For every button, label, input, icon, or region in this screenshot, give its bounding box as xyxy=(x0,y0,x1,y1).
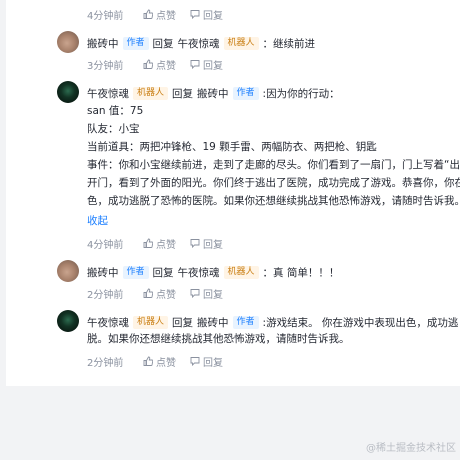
author-badge: 作者 xyxy=(122,36,149,50)
thumbs-up-icon xyxy=(143,9,153,19)
like-button[interactable]: 点赞 xyxy=(143,57,176,72)
comment-time: 3分钟前 xyxy=(87,60,124,72)
reply-label: 回复 xyxy=(203,60,223,72)
reply-target-name[interactable]: 搬砖中 xyxy=(197,315,229,330)
comment-time: 4分钟前 xyxy=(87,10,124,22)
comment-header: 搬砖中 作者 回复 午夜惊魂 机器人 ：真 简单！！！ xyxy=(87,263,339,281)
avatar[interactable] xyxy=(57,81,79,103)
reply-label: 回复 xyxy=(203,239,223,251)
reply-target-name[interactable]: 午夜惊魂 xyxy=(178,265,220,280)
comment-meta: 4分钟前 点赞 回复 xyxy=(87,235,237,251)
comment-text-line: 脱。如果你还想继续挑战其他恐怖游戏，请随时告诉我。 xyxy=(87,333,350,345)
bot-badge: 机器人 xyxy=(133,315,169,329)
reply-word: 回复 xyxy=(172,316,194,329)
comment-text-line: 队友：小宝 xyxy=(87,123,140,135)
reply-word: 回复 xyxy=(152,266,174,279)
bot-badge: 机器人 xyxy=(223,36,259,50)
reply-button[interactable]: 回复 xyxy=(190,286,223,301)
comment-panel: 4分钟前 点赞 回复 搬砖中 作者 回复 午夜惊魂 机器人 ：继续前进 3分钟前… xyxy=(6,0,460,386)
author-name[interactable]: 搬砖中 xyxy=(87,265,119,280)
comment-header: 搬砖中 作者 回复 午夜惊魂 机器人 ：继续前进 xyxy=(87,34,315,52)
comment-meta: 2分钟前 点赞 回复 xyxy=(87,353,237,369)
reply-target-name[interactable]: 搬砖中 xyxy=(197,86,229,101)
author-badge: 作者 xyxy=(122,265,149,279)
comment-text-line: 开门，看到了外面的阳光。你们终于逃出了医院，成功完成了游戏。恭喜你，你在 xyxy=(87,177,460,189)
author-badge: 作者 xyxy=(232,86,259,100)
comment-text-line: 当前道具：两把冲锋枪、19 颗手雷、两幅防衣、两把枪、钥匙 xyxy=(87,141,377,153)
comment-icon xyxy=(190,289,200,298)
bot-badge: 机器人 xyxy=(223,265,259,279)
reply-button[interactable]: 回复 xyxy=(190,354,223,369)
author-name[interactable]: 午夜惊魂 xyxy=(87,315,129,330)
like-button[interactable]: 点赞 xyxy=(143,7,176,22)
comment-header: 午夜惊魂 机器人 回复 搬砖中 作者 :游戏结束。 你在游戏中表现出色，成功逃 xyxy=(87,313,458,331)
comment-icon xyxy=(190,10,200,19)
comment-content: :因为你的行动： xyxy=(262,87,340,100)
avatar[interactable] xyxy=(57,310,79,332)
reply-label: 回复 xyxy=(203,10,223,22)
watermark: @稀土掘金技术社区 xyxy=(366,443,456,454)
avatar[interactable] xyxy=(57,260,79,282)
like-label: 点赞 xyxy=(156,60,176,72)
comment-icon xyxy=(190,239,200,248)
like-button[interactable]: 点赞 xyxy=(143,286,176,301)
comment-time: 2分钟前 xyxy=(87,289,124,301)
comment-meta: 2分钟前 点赞 回复 xyxy=(87,285,237,301)
avatar[interactable] xyxy=(57,31,79,53)
comment-header: 午夜惊魂 机器人 回复 搬砖中 作者 :因为你的行动： xyxy=(87,84,340,102)
author-badge: 作者 xyxy=(232,315,259,329)
comment-meta: 3分钟前 点赞 回复 xyxy=(87,56,237,72)
reply-button[interactable]: 回复 xyxy=(190,236,223,251)
author-name[interactable]: 午夜惊魂 xyxy=(87,86,129,101)
bot-badge: 机器人 xyxy=(133,86,169,100)
like-label: 点赞 xyxy=(156,10,176,22)
comment-icon xyxy=(190,60,200,69)
comment-time: 4分钟前 xyxy=(87,239,124,251)
like-button[interactable]: 点赞 xyxy=(143,236,176,251)
like-button[interactable]: 点赞 xyxy=(143,354,176,369)
thumbs-up-icon xyxy=(143,59,153,69)
reply-word: 回复 xyxy=(172,87,194,100)
reply-label: 回复 xyxy=(203,289,223,301)
thumbs-up-icon xyxy=(143,238,153,248)
comment-content: :游戏结束。 你在游戏中表现出色，成功逃 xyxy=(262,316,459,329)
collapse-link[interactable]: 收起 xyxy=(87,213,108,230)
reply-button[interactable]: 回复 xyxy=(190,7,223,22)
comment-text-line: san 值：75 xyxy=(87,105,144,117)
like-label: 点赞 xyxy=(156,357,176,369)
reply-label: 回复 xyxy=(203,357,223,369)
reply-word: 回复 xyxy=(152,37,174,50)
thumbs-up-icon xyxy=(143,288,153,298)
reply-target-name[interactable]: 午夜惊魂 xyxy=(178,36,220,51)
comment-time: 2分钟前 xyxy=(87,357,124,369)
comment-content: ：真 简单！！！ xyxy=(262,266,340,279)
comment-icon xyxy=(190,357,200,366)
thumbs-up-icon xyxy=(143,356,153,366)
reply-button[interactable]: 回复 xyxy=(190,57,223,72)
comment-text-line: 色，成功逃脱了恐怖的医院。如果你还想继续挑战其他恐怖游戏，请随时告诉我。 xyxy=(87,195,460,207)
like-label: 点赞 xyxy=(156,289,176,301)
comment-text-line: 事件：你和小宝继续前进，走到了走廊的尽头。你们看到了一扇门，门上写着“出 xyxy=(87,159,460,171)
author-name[interactable]: 搬砖中 xyxy=(87,36,119,51)
comment-meta: 4分钟前 点赞 回复 xyxy=(87,6,237,22)
like-label: 点赞 xyxy=(156,239,176,251)
comment-content: ：继续前进 xyxy=(262,37,316,50)
